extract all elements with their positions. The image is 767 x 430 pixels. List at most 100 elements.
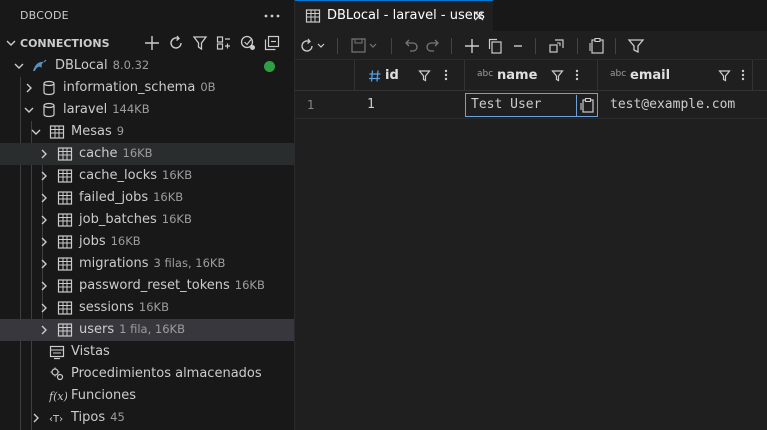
folder-label: Vistas <box>71 344 110 359</box>
column-name: email <box>630 68 671 83</box>
table-icon <box>57 168 73 184</box>
copy-rows-icon[interactable] <box>587 36 607 56</box>
chevron-right-icon[interactable] <box>37 301 51 315</box>
filter-icon[interactable] <box>626 36 646 56</box>
table-label: jobs 16KB <box>79 234 141 249</box>
redo-icon[interactable] <box>423 36 443 56</box>
schema-label: information_schema 0B <box>63 80 216 95</box>
tree-table-failed-jobs[interactable]: failed_jobs 16KB <box>0 187 294 209</box>
chevron-right-icon[interactable] <box>22 81 36 95</box>
group-icon[interactable] <box>215 34 233 52</box>
chevron-right-icon[interactable] <box>37 191 51 205</box>
connections-section-header[interactable]: CONNECTIONS <box>0 31 295 55</box>
database-icon <box>41 80 57 96</box>
cell-email[interactable]: test@example.com <box>610 91 760 119</box>
toolbar-separator <box>391 38 392 54</box>
tree-schema-information-schema[interactable]: information_schema 0B <box>0 77 294 99</box>
table-row[interactable]: 1 1 Test User test@example.com <box>295 91 767 119</box>
chevron-right-icon[interactable] <box>37 213 51 227</box>
chevron-down-icon[interactable] <box>22 103 36 117</box>
column-header-id[interactable]: id <box>355 60 465 91</box>
tree-connection-dblocal[interactable]: DBLocal 8.0.32 <box>0 55 294 77</box>
row-number: 1 <box>307 98 315 112</box>
collapse-all-icon[interactable] <box>263 34 281 52</box>
more-actions-icon[interactable] <box>262 6 282 26</box>
connection-label: DBLocal 8.0.32 <box>55 58 150 73</box>
column-header-email[interactable]: abc email <box>598 60 753 91</box>
tree-folder-views[interactable]: Vistas <box>0 341 294 363</box>
tree-table-jobs[interactable]: jobs 16KB <box>0 231 294 253</box>
delete-row-icon[interactable] <box>508 36 528 56</box>
chevron-right-icon[interactable] <box>37 147 51 161</box>
tab-bar: DBLocal - laravel - users <box>295 0 767 31</box>
table-label: migrations 3 filas, 16KB <box>79 256 226 271</box>
toolbar-separator <box>535 38 536 54</box>
text-type-icon: abc <box>477 69 494 79</box>
filter-icon[interactable] <box>551 69 564 82</box>
function-icon: f(x) <box>49 388 67 404</box>
connection-status-indicator <box>264 61 275 72</box>
add-row-icon[interactable] <box>462 36 482 56</box>
mysql-dolphin-icon <box>31 58 47 74</box>
refresh-icon[interactable] <box>167 34 185 52</box>
column-menu-icon[interactable] <box>443 68 449 82</box>
data-grid: id abc name abc email 1 1 Test User test… <box>295 60 767 430</box>
undo-icon[interactable] <box>401 36 421 56</box>
tree-table-migrations[interactable]: migrations 3 filas, 16KB <box>0 253 294 275</box>
toolbar-separator <box>615 38 616 54</box>
chevron-down-icon[interactable] <box>29 125 43 139</box>
save-dropdown-button[interactable] <box>349 36 381 56</box>
tab-label: DBLocal - laravel - users <box>327 8 485 23</box>
folder-label: Funciones <box>71 388 136 403</box>
tree-table-cache-locks[interactable]: cache_locks 16KB <box>0 165 294 187</box>
open-editor-icon[interactable] <box>576 95 598 116</box>
tree-table-sessions[interactable]: sessions 16KB <box>0 297 294 319</box>
table-icon <box>57 212 73 228</box>
tree-schema-laravel[interactable]: laravel 144KB <box>0 99 294 121</box>
tree-folder-procedures[interactable]: Procedimientos almacenados <box>0 363 294 385</box>
duplicate-row-icon[interactable] <box>485 36 505 56</box>
filter-icon[interactable] <box>418 69 431 82</box>
connections-title: CONNECTIONS <box>20 37 110 50</box>
tree-folder-tables[interactable]: Mesas 9 <box>0 121 294 143</box>
cell-id[interactable]: 1 <box>367 91 457 119</box>
chevron-right-icon[interactable] <box>37 279 51 293</box>
table-icon <box>57 300 73 316</box>
sidebar-header: DBCODE <box>0 0 295 31</box>
tree-table-job-batches[interactable]: job_batches 16KB <box>0 209 294 231</box>
column-menu-icon[interactable] <box>740 68 746 82</box>
settings-sync-icon[interactable] <box>239 34 257 52</box>
filter-icon[interactable] <box>718 69 731 82</box>
close-icon[interactable] <box>472 9 486 23</box>
column-menu-icon[interactable] <box>574 68 580 82</box>
chevron-right-icon[interactable] <box>37 169 51 183</box>
column-header-name[interactable]: abc name <box>465 60 598 91</box>
tree-table-cache[interactable]: cache 16KB <box>0 143 294 165</box>
sidebar-title: DBCODE <box>20 9 69 22</box>
tree-table-password-reset-tokens[interactable]: password_reset_tokens 16KB <box>0 275 294 297</box>
tree-table-users[interactable]: users 1 fila, 16KB <box>0 319 294 341</box>
editor-area: DBLocal - laravel - users id abc name ab… <box>295 0 767 430</box>
tree-folder-types[interactable]: ‹T› Tipos 45 <box>0 407 294 429</box>
row-number-header <box>295 60 355 91</box>
text-type-icon: abc <box>610 69 627 79</box>
cell-name-editor[interactable]: Test User <box>465 93 598 117</box>
grid-header: id abc name abc email <box>295 60 767 91</box>
chevron-right-icon[interactable] <box>37 235 51 249</box>
filter-icon[interactable] <box>191 34 209 52</box>
cell-name-value: Test User <box>471 97 542 112</box>
chevron-down-icon[interactable] <box>12 59 26 73</box>
chevron-right-icon[interactable] <box>29 411 43 425</box>
chevron-right-icon[interactable] <box>37 323 51 337</box>
views-icon <box>49 344 65 360</box>
tree-folder-functions[interactable]: f(x) Funciones <box>0 385 294 407</box>
add-icon[interactable] <box>143 34 161 52</box>
transform-icon[interactable] <box>547 36 567 56</box>
chevron-down-icon[interactable] <box>4 36 18 50</box>
table-label: password_reset_tokens 16KB <box>79 278 265 293</box>
tab-dblocal-laravel-users[interactable]: DBLocal - laravel - users <box>295 0 493 31</box>
chevron-right-icon[interactable] <box>37 257 51 271</box>
folder-label: Procedimientos almacenados <box>71 366 262 381</box>
svg-text:f(x): f(x) <box>49 390 67 403</box>
refresh-dropdown-button[interactable] <box>299 36 329 56</box>
